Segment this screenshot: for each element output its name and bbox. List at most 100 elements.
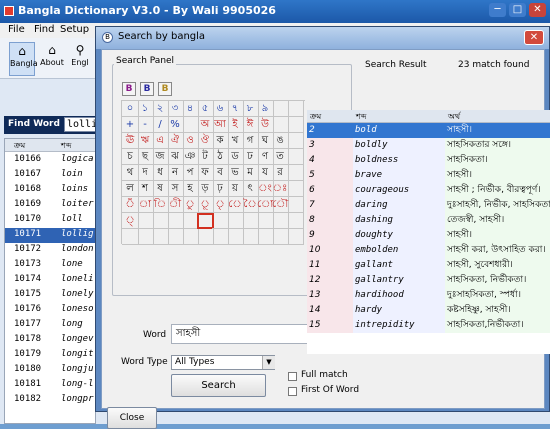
list-item[interactable]: 10170 loll [5,213,95,228]
column-header-word[interactable]: শব্দ [61,140,71,153]
list-item[interactable]: 10168 loins [5,183,95,198]
result-meaning: দুঃসাহসিকতা, স্পর্ধা। [445,288,550,303]
menu-file[interactable]: File [8,24,25,35]
list-item[interactable]: 10178 longev [5,333,95,348]
column-header-serial[interactable]: ক্রম [14,140,25,153]
result-word: hardy [353,303,445,318]
keyboard-key[interactable] [287,117,304,133]
result-serial: 2 [307,123,353,138]
first-of-word-checkbox[interactable] [288,387,297,396]
main-window-title: Bangla Dictionary V3.0 - By Wali 9905026 [18,4,276,17]
close-icon[interactable]: ✕ [529,3,546,17]
result-meaning: সাহসী। [445,168,550,183]
menu-setup[interactable]: Setup [60,24,89,35]
search-by-bangla-dialog: B Search by bangla ✕ Search Panel B B B … [95,26,550,429]
list-item[interactable]: 10167 loin [5,168,95,183]
result-serial: 7 [307,198,353,213]
dialog-close-icon[interactable]: ✕ [524,30,544,45]
list-item[interactable]: 10175 lonely [5,288,95,303]
bold-button-3[interactable]: B [158,82,172,96]
list-item-id: 10170 [14,214,42,224]
list-item-word: lone [61,259,83,269]
list-item-id: 10166 [14,154,42,164]
list-item-id: 10167 [14,169,42,179]
list-item-word: loin [61,169,83,179]
bangla-tool-label: Bangla [10,59,38,68]
result-row[interactable]: 3 boldly সাহসিকতার সঙ্গে। [307,138,550,153]
result-row[interactable]: 11 gallant সাহসী, সুবেশধারী। [307,258,550,273]
chevron-down-icon[interactable]: ▼ [262,356,275,369]
search-panel-label: Search Panel [114,56,177,66]
word-list-header: ক্রম শব্দ [5,139,95,153]
result-row[interactable]: 4 boldness সাহসিকতা। [307,153,550,168]
keyboard-key[interactable] [287,165,304,181]
result-row[interactable]: 2 bold সাহসী। [307,123,550,138]
list-item-id: 10182 [14,394,42,404]
keyboard-key[interactable] [287,133,304,149]
word-label: Word [143,330,167,340]
list-item[interactable]: 10171 lollig [5,228,95,243]
list-item[interactable]: 10182 longpr [5,393,95,408]
about-tool-button[interactable]: ⌂ About [40,42,64,74]
list-item-id: 10179 [14,349,42,359]
keyboard-key[interactable] [287,101,304,117]
keyboard-key[interactable] [287,181,304,197]
result-meaning: সাহসিকতা,নির্ভীকতা। [445,318,550,333]
word-type-select[interactable]: All Types [171,355,275,370]
result-word: gallantry [353,273,445,288]
find-word-input[interactable]: lolli [64,117,98,132]
result-meaning: সাহসী ; নির্ভীক, বীরত্বপূর্ণ। [445,183,550,198]
english-tool-button[interactable]: ⚲ Engl [68,42,92,74]
list-item-id: 10169 [14,199,42,209]
minimize-icon[interactable]: ─ [489,3,506,17]
result-row[interactable]: 15 intrepidity সাহসিকতা,নির্ভীকতা। [307,318,550,333]
list-item[interactable]: 10173 lone [5,258,95,273]
result-row[interactable]: 8 dashing তেজস্বী, সাহসী। [307,213,550,228]
bold-button-2[interactable]: B [140,82,154,96]
keyboard-key[interactable] [287,213,304,229]
list-item[interactable]: 10166 logica [5,153,95,168]
result-table-header: ক্রম শব্দ অর্থ [307,110,550,123]
result-row[interactable]: 13 hardihood দুঃসাহসিকতা, স্পর্ধা। [307,288,550,303]
keyboard-key[interactable] [287,149,304,165]
result-meaning: সাহসিকতা, নির্ভীকতা। [445,273,550,288]
result-serial: 14 [307,303,353,318]
search-button[interactable]: Search [171,374,266,397]
result-serial: 3 [307,138,353,153]
maximize-icon[interactable]: □ [509,3,526,17]
result-row[interactable]: 7 daring দুঃসাহসী, নির্ভীক, সাহসিকতা। [307,198,550,213]
result-row[interactable]: 10 embolden সাহসী করা, উৎসাহিত করা। [307,243,550,258]
list-item[interactable]: 10172 london [5,243,95,258]
list-item[interactable]: 10176 loneso [5,303,95,318]
list-item[interactable]: 10177 long [5,318,95,333]
bangla-tool-button[interactable]: ⌂ Bangla [9,42,38,76]
about-icon: ⌂ [48,43,56,57]
list-item[interactable]: 10181 long-l [5,378,95,393]
menu-find[interactable]: Find [34,24,55,35]
result-row[interactable]: 14 hardy কষ্টসহিষ্ণু, সাহসী। [307,303,550,318]
result-row[interactable]: 12 gallantry সাহসিকতা, নির্ভীকতা। [307,273,550,288]
bold-button-1[interactable]: B [122,82,136,96]
dialog-title-bar: B Search by bangla ✕ [96,27,549,49]
result-row[interactable]: 5 brave সাহসী। [307,168,550,183]
result-word: intrepidity [353,318,445,333]
result-word: daring [353,198,445,213]
keyboard-key[interactable] [287,229,304,245]
word-list[interactable]: ক্রম শব্দ 10166 logica 10167 loin 10168 loins… [4,138,96,424]
list-item[interactable]: 10174 loneli [5,273,95,288]
close-button[interactable]: Close [107,407,157,429]
result-meaning: কষ্টসহিষ্ণু, সাহসী। [445,303,550,318]
find-word-label: Find Word [8,119,60,129]
list-item[interactable]: 10180 longju [5,363,95,378]
keyboard-key[interactable] [287,197,304,213]
list-item[interactable]: 10169 loiter [5,198,95,213]
full-match-checkbox[interactable] [288,372,297,381]
result-word: embolden [353,243,445,258]
first-of-word-label: First Of Word [301,385,360,395]
result-row[interactable]: 9 doughty সাহসী। [307,228,550,243]
result-row[interactable]: 6 courageous সাহসী ; নির্ভীক, বীরত্বপূর্ণ। [307,183,550,198]
word-type-label: Word Type [121,357,168,367]
list-item-id: 10177 [14,319,42,329]
search-result-table[interactable]: ক্রম শব্দ অর্থ 2 bold সাহসী। 3 boldly সাহসিকত… [307,110,550,354]
list-item[interactable]: 10179 longit [5,348,95,363]
